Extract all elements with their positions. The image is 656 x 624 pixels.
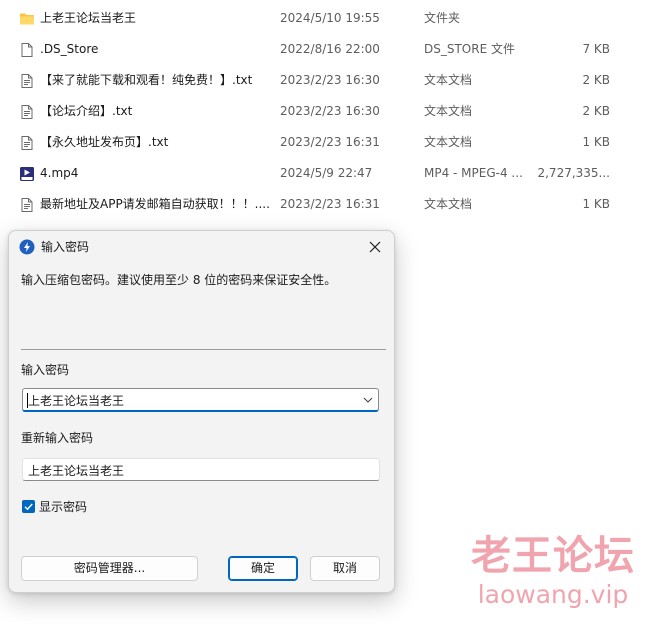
- folder-icon: [20, 13, 34, 25]
- file-row[interactable]: 4.mp4 2024/5/9 22:47 MP4 - MPEG-4 ... 2,…: [0, 158, 656, 189]
- password-label: 输入密码: [21, 363, 70, 377]
- ok-button[interactable]: 确定: [228, 556, 298, 581]
- password-value: 上老王论坛当老王: [28, 394, 125, 408]
- file-type: 文件夹: [424, 11, 461, 25]
- file-size: 1 KB: [582, 135, 610, 149]
- file-date: 2023/2/23 16:31: [280, 135, 380, 149]
- show-password-label: 显示密码: [39, 500, 88, 514]
- file-type: MP4 - MPEG-4 ...: [424, 166, 523, 180]
- file-name: .DS_Store: [40, 42, 99, 56]
- file-type: 文本文档: [424, 135, 473, 149]
- file-type: 文本文档: [424, 104, 473, 118]
- file-row[interactable]: .DS_Store 2022/8/16 22:00 DS_STORE 文件 7 …: [0, 34, 656, 65]
- close-button[interactable]: [362, 235, 388, 259]
- file-size: 7 KB: [582, 42, 610, 56]
- password-combobox[interactable]: 上老王论坛当老王: [22, 388, 379, 412]
- text-file-icon: [21, 198, 33, 212]
- text-file-icon: [21, 74, 33, 88]
- file-name: 4.mp4: [40, 166, 79, 180]
- text-file-icon: [21, 136, 33, 150]
- chevron-down-icon[interactable]: [362, 394, 374, 406]
- file-row[interactable]: 【论坛介绍】.txt 2023/2/23 16:30 文本文档 2 KB: [0, 96, 656, 127]
- video-file-icon: [20, 167, 34, 181]
- app-icon: [19, 239, 35, 255]
- cancel-button[interactable]: 取消: [310, 556, 380, 581]
- file-date: 2022/8/16 22:00: [280, 42, 380, 56]
- file-name: 【来了就能下载和观看！纯免费！】.txt: [40, 73, 253, 87]
- checkmark-icon: [24, 503, 33, 511]
- dialog-description: 输入压缩包密码。建议使用至少 8 位的密码来保证安全性。: [21, 273, 337, 287]
- file-list: 上老王论坛当老王 2024/5/10 19:55 文件夹 .DS_Store 2…: [0, 3, 656, 220]
- file-name: 最新地址及APP请发邮箱自动获取！！！....: [40, 197, 270, 211]
- file-icon: [21, 43, 33, 57]
- file-row[interactable]: 上老王论坛当老王 2024/5/10 19:55 文件夹: [0, 3, 656, 34]
- file-name: 【论坛介绍】.txt: [40, 104, 133, 118]
- file-date: 2023/2/23 16:30: [280, 73, 380, 87]
- password-manager-button[interactable]: 密码管理器...: [21, 556, 198, 581]
- file-date: 2023/2/23 16:31: [280, 197, 380, 211]
- file-size: 2 KB: [582, 104, 610, 118]
- file-name: 【永久地址发布页】.txt: [40, 135, 169, 149]
- file-type: 文本文档: [424, 73, 473, 87]
- watermark-chinese: 老王论坛: [471, 533, 635, 579]
- watermark-domain: laowang.vip: [477, 580, 629, 609]
- show-password-checkbox[interactable]: [22, 500, 35, 513]
- text-file-icon: [21, 105, 33, 119]
- file-date: 2024/5/9 22:47: [280, 166, 373, 180]
- close-icon: [369, 241, 381, 253]
- confirm-password-field[interactable]: 上老王论坛当老王: [22, 458, 380, 481]
- watermark: 老王论坛 laowang.vip: [468, 532, 638, 610]
- file-size: 2,727,335...: [537, 166, 610, 180]
- password-dialog: 输入密码 输入压缩包密码。建议使用至少 8 位的密码来保证安全性。 输入密码 上…: [8, 230, 395, 593]
- dialog-title: 输入密码: [41, 240, 90, 254]
- file-size: 2 KB: [582, 73, 610, 87]
- divider: [21, 349, 386, 350]
- file-row[interactable]: 【永久地址发布页】.txt 2023/2/23 16:31 文本文档 1 KB: [0, 127, 656, 158]
- file-size: 1 KB: [582, 197, 610, 211]
- confirm-password-value: 上老王论坛当老王: [28, 464, 125, 478]
- file-type: 文本文档: [424, 197, 473, 211]
- confirm-password-label: 重新输入密码: [21, 431, 94, 445]
- file-name: 上老王论坛当老王: [40, 11, 137, 25]
- file-row[interactable]: 【来了就能下载和观看！纯免费！】.txt 2023/2/23 16:30 文本文…: [0, 65, 656, 96]
- file-date: 2024/5/10 19:55: [280, 11, 380, 25]
- file-type: DS_STORE 文件: [424, 42, 515, 56]
- file-row[interactable]: 最新地址及APP请发邮箱自动获取！！！.... 2023/2/23 16:31 …: [0, 189, 656, 220]
- file-date: 2023/2/23 16:30: [280, 104, 380, 118]
